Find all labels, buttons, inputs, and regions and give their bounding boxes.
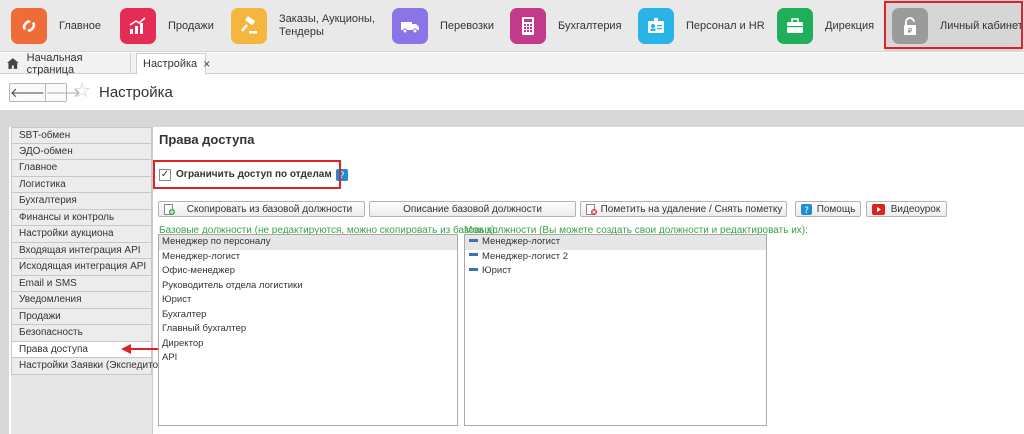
svg-text:₽: ₽ [908,27,913,35]
module-label: Продажи [168,19,214,32]
sidebar-item-security[interactable]: Безопасность [11,325,152,342]
module-sales[interactable]: Продажи [120,0,228,52]
content-frame-top [0,110,1024,127]
list-item[interactable]: Бухгалтер [159,308,457,323]
list-item-label: Юрист [482,265,512,276]
copy-from-base-button[interactable]: Скопировать из базовой должности [158,201,365,217]
module-hr[interactable]: Персонал и HR [638,0,771,52]
tab-home[interactable]: Начальная страница [0,51,131,76]
sidebar-item-outgoing-api[interactable]: Исходящая интеграция API [11,259,152,276]
help-label: Помощь [816,203,856,215]
my-positions-list: Менеджер-логист Менеджер-логист 2 Юрист [464,234,767,426]
list-item[interactable]: API [159,351,457,366]
list-item-label: Менеджер-логист [482,236,561,247]
home-icon [7,58,19,69]
sidebar-item-finance[interactable]: Финансы и контроль [11,209,152,226]
list-item[interactable]: Менеджер-логист 2 [465,250,766,265]
list-item[interactable]: Менеджер по персоналу [159,235,457,250]
tab-settings[interactable]: Настройка × [136,53,210,75]
sidebar-item-sbt-exchange[interactable]: SBT-обмен [11,127,152,144]
settings-sidebar: SBT-обмен ЭДО-обмен Главное Логистика Бу… [11,127,173,434]
mark-delete-label: Пометить на удаление / Снять пометку [600,203,783,215]
sidebar-item-main[interactable]: Главное [11,160,152,177]
back-button[interactable]: 🡐 [10,84,45,101]
favorite-star-icon[interactable]: ☆ [73,80,91,102]
help-button[interactable]: ? Помощь [795,201,861,217]
sidebar-item-email-sms[interactable]: Email и SMS [11,275,152,292]
list-item[interactable]: Офис-менеджер [159,264,457,279]
module-personal-cabinet[interactable]: ₽ Личный кабинет [885,0,1023,52]
video-tutorial-button[interactable]: Видеоурок [866,201,947,217]
video-tutorial-label: Видеоурок [890,203,941,215]
module-transport[interactable]: Перевозки [392,0,504,52]
module-label: Заказы, Аукционы, Тендеры [279,13,375,38]
sidebar-item-accounting[interactable]: Бухгалтерия [11,193,152,210]
sidebar-item-incoming-api[interactable]: Входящая интеграция API [11,242,152,259]
describe-base-label: Описание базовой должности [403,203,542,215]
calculator-icon [510,8,546,44]
module-directorate[interactable]: Дирекция [777,0,880,52]
sidebar-item-auction-settings[interactable]: Настройки аукциона [11,226,152,243]
module-label: Персонал и HR [686,19,765,32]
video-play-icon [872,203,885,215]
add-document-icon [164,203,175,215]
info-icon[interactable]: ? [335,168,348,181]
truck-icon [392,8,428,44]
copy-from-base-label: Скопировать из базовой должности [186,203,353,215]
list-item[interactable]: Директор [159,337,457,352]
page-title: Настройка [99,84,173,101]
content-frame-left [0,110,9,434]
list-item[interactable]: Главный бухгалтер [159,322,457,337]
list-item[interactable]: Менеджер-логист [465,235,766,250]
sales-chart-icon [120,8,156,44]
close-icon[interactable]: × [203,57,210,71]
module-label: Главное [59,19,102,32]
list-item-label: Менеджер-логист 2 [482,250,568,262]
list-item[interactable]: Руководитель отдела логистики [159,279,457,294]
module-label: Личный кабинет [940,19,1023,32]
tab-settings-label: Настройка [143,58,198,70]
sidebar-item-access-rights[interactable]: Права доступа [11,341,152,358]
module-label: Дирекция [825,19,875,32]
briefcase-icon [777,8,813,44]
mark-delete-button[interactable]: Пометить на удаление / Снять пометку [580,201,787,217]
module-accounting[interactable]: Бухгалтерия [510,0,635,52]
sidebar-item-forwarder-settings[interactable]: Настройки Заявки (Экспедитора) [11,358,173,375]
sidebar-item-logistics[interactable]: Логистика [11,176,152,193]
module-main[interactable]: Главное [11,0,116,52]
restrict-by-department: ✓ Ограничить доступ по отделам ? [159,167,348,182]
list-item[interactable]: Юрист [159,293,457,308]
module-bar: Главное Продажи Заказы, Аукционы, Тендер… [0,0,1024,52]
delete-document-icon [586,203,597,215]
module-label: Перевозки [440,19,494,32]
history-nav: 🡐 🡒 [9,83,81,102]
sidebar-item-sales[interactable]: Продажи [11,308,152,325]
describe-base-button[interactable]: Описание базовой должности [369,201,576,217]
section-title: Права доступа [159,132,255,147]
badge-icon [638,8,674,44]
restrict-checkbox[interactable]: ✓ [159,168,171,181]
position-icon [469,253,478,257]
lock-icon: ₽ [892,8,928,44]
restrict-checkbox-label[interactable]: Ограничить доступ по отделам [176,169,332,180]
tab-home-label: Начальная страница [26,51,83,76]
help-icon: ? [801,203,812,215]
list-item[interactable]: Юрист [465,264,766,279]
module-label: Бухгалтерия [558,19,622,32]
module-orders[interactable]: Заказы, Аукционы, Тендеры [231,0,389,52]
position-icon [469,238,478,242]
base-positions-list: Менеджер по персоналу Менеджер-логист Оф… [158,234,458,426]
list-item[interactable]: Менеджер-логист [159,250,457,265]
gavel-icon [231,8,267,44]
tab-strip: Начальная страница Настройка × [0,51,1024,76]
logo-icon [11,8,47,44]
sidebar-item-edo-exchange[interactable]: ЭДО-обмен [11,143,152,160]
svg-text:?: ? [804,206,809,215]
position-icon [469,267,478,271]
sidebar-item-notifications[interactable]: Уведомления [11,292,152,309]
